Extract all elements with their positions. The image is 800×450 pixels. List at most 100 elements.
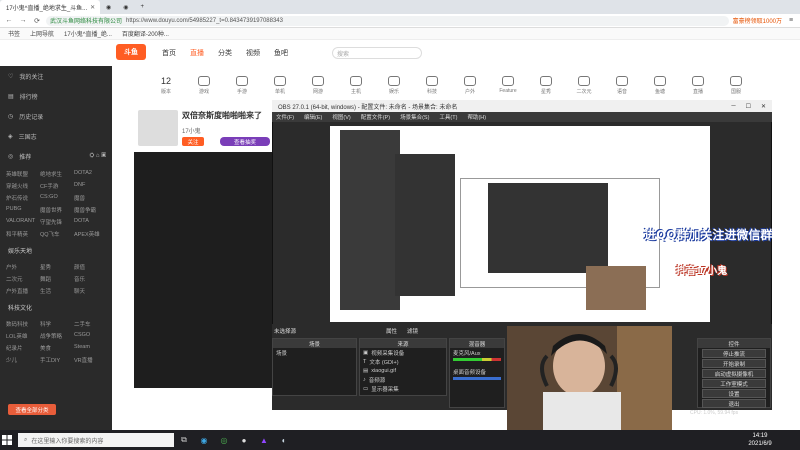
sidebar-link[interactable]: DNF <box>74 182 106 190</box>
sidebar-link[interactable]: VALORANT <box>6 218 38 226</box>
task-view-icon[interactable]: ⧉ <box>174 430 194 450</box>
menu-item[interactable]: 配置文件(P) <box>361 113 390 121</box>
sidebar-item[interactable]: ▤ 排行榜 <box>0 86 112 106</box>
close-icon[interactable]: ✕ <box>761 103 766 110</box>
browser-tab[interactable]: ◉ <box>117 0 134 14</box>
sidebar-link[interactable]: 户外 <box>6 263 38 271</box>
edge-icon[interactable]: ◉ <box>194 430 214 450</box>
sidebar-link[interactable]: 户外直播 <box>6 287 38 295</box>
sidebar-link[interactable]: 科学 <box>40 320 72 328</box>
forward-icon[interactable]: → <box>18 16 28 26</box>
minimize-icon[interactable]: ─ <box>731 103 735 110</box>
start-icon[interactable] <box>0 430 14 450</box>
sidebar-link[interactable]: 聊天 <box>74 287 106 295</box>
category-item[interactable]: 主机 <box>342 75 370 95</box>
close-icon[interactable]: ✕ <box>90 4 95 11</box>
menu-item[interactable]: 工具(T) <box>439 113 457 121</box>
browser-tab-active[interactable]: 17小鬼^直播_绝地求生_斗鱼... ✕ <box>0 0 100 14</box>
sidebar-link[interactable]: 少儿 <box>6 356 38 364</box>
sidebar-link[interactable]: 数码科技 <box>6 320 38 328</box>
sidebar-link[interactable]: 守望先锋 <box>40 218 72 226</box>
filters-button[interactable]: 滤镜 <box>407 327 418 335</box>
lottery-button[interactable]: 查看抽奖 <box>220 137 270 146</box>
sidebar-link[interactable]: Steam <box>74 344 106 352</box>
video-player[interactable] <box>134 152 274 388</box>
studio-mode-button[interactable]: 工作室模式 <box>702 379 766 388</box>
sidebar-link[interactable]: DOTA <box>74 218 106 226</box>
start-recording-button[interactable]: 开始录制 <box>702 359 766 368</box>
menu-icon[interactable]: ≡ <box>786 16 796 26</box>
browser-tab[interactable]: ◉ <box>100 0 117 14</box>
sidebar-link[interactable]: APEX英雄 <box>74 230 106 238</box>
sidebar-link[interactable]: 手工DIY <box>40 356 72 364</box>
sidebar-link[interactable]: CSGO <box>74 332 106 340</box>
sidebar-link[interactable]: 美食 <box>40 344 72 352</box>
sidebar-link[interactable]: CS:GO <box>40 194 72 202</box>
follow-button[interactable]: 关注 <box>182 137 204 146</box>
streamer-name[interactable]: 17小鬼 <box>182 126 201 135</box>
sidebar-link[interactable]: 绝地求生 <box>40 170 72 178</box>
sidebar-link[interactable]: 战争策略 <box>40 332 72 340</box>
search-input[interactable]: 搜索 <box>332 47 422 59</box>
sidebar-link[interactable]: PUBG <box>6 206 38 214</box>
taskbar-search[interactable]: ⌕ 在这里输入你要搜索的内容 <box>18 433 174 447</box>
obs-icon[interactable]: ● <box>234 430 254 450</box>
category-item[interactable]: 鱼塘 <box>646 75 674 95</box>
sidebar-link[interactable]: 穿越火线 <box>6 182 38 190</box>
url-field[interactable]: 武汉斗鱼网络科技有限公司 https://www.douyu.com/54985… <box>46 15 729 26</box>
sidebar-link[interactable]: 炉石传说 <box>6 194 38 202</box>
system-clock[interactable]: 14:19 2021/6/9 <box>740 432 780 448</box>
sidebar-link[interactable]: 颜值 <box>74 263 106 271</box>
nav-item[interactable]: 首页 <box>162 48 176 58</box>
sidebar-link[interactable]: CF手游 <box>40 182 72 190</box>
category-item[interactable]: 单机 <box>266 75 294 95</box>
new-tab-button[interactable]: + <box>135 0 151 14</box>
category-item[interactable]: 直播 <box>684 75 712 95</box>
source-item[interactable]: ▣ 视频采集设备 <box>360 348 446 357</box>
category-item[interactable]: 户外 <box>456 75 484 95</box>
sidebar-link[interactable]: 音乐 <box>74 275 106 283</box>
browser-icon[interactable]: ◎ <box>214 430 234 450</box>
category-item[interactable]: 二次元 <box>570 75 598 95</box>
sidebar-link[interactable]: DOTA2 <box>74 170 106 178</box>
category-item[interactable]: 手游 <box>228 75 256 95</box>
right-badge[interactable]: 富豪榜领取1000万 <box>733 16 782 25</box>
source-item[interactable]: ▤ xiaogui.gif <box>360 366 446 375</box>
all-categories-button[interactable]: 查看全部分类 <box>8 404 56 415</box>
menu-item[interactable]: 场景集合(S) <box>400 113 429 121</box>
menu-item[interactable]: 文件(F) <box>276 113 294 121</box>
sidebar-link[interactable]: 魔兽 <box>74 194 106 202</box>
category-item[interactable]: 国服 <box>722 75 750 95</box>
sidebar-link[interactable]: LOL英雄 <box>6 332 38 340</box>
sidebar-link[interactable]: 舞蹈 <box>40 275 72 283</box>
sidebar-link[interactable]: 星秀 <box>40 263 72 271</box>
settings-button[interactable]: 设置 <box>702 389 766 398</box>
properties-button[interactable]: 属性 <box>386 327 397 335</box>
bookmark-item[interactable]: 上网导航 <box>30 29 54 38</box>
category-item[interactable]: 星秀 <box>532 75 560 95</box>
sidebar-link[interactable]: 魔兽世界 <box>40 206 72 214</box>
category-item[interactable]: 网游 <box>304 75 332 95</box>
bookmark-item[interactable]: 书签 <box>8 29 20 38</box>
avatar[interactable] <box>138 110 178 146</box>
site-logo[interactable]: 斗鱼 <box>116 44 146 60</box>
virtual-camera-button[interactable]: 启动虚拟摄像机 <box>702 369 766 378</box>
source-item[interactable]: ▭ 显示器采集 <box>360 384 446 393</box>
sidebar-link[interactable]: 纪录片 <box>6 344 38 352</box>
menu-item[interactable]: 帮助(H) <box>467 113 486 121</box>
bookmark-item[interactable]: 百度翻译-200种... <box>122 29 169 38</box>
back-icon[interactable]: ← <box>4 16 14 26</box>
scene-item[interactable]: 场景 <box>273 348 356 357</box>
bookmark-item[interactable]: 17小鬼^直播_绝... <box>64 29 112 38</box>
sidebar-link[interactable]: 魔兽争霸 <box>74 206 106 214</box>
source-item[interactable]: T 文本 (GDI+) <box>360 357 446 366</box>
category-item[interactable]: 语音 <box>608 75 636 95</box>
menu-item[interactable]: 视图(V) <box>332 113 350 121</box>
nav-item[interactable]: 视频 <box>246 48 260 58</box>
reload-icon[interactable]: ⟳ <box>32 16 42 26</box>
sidebar-link[interactable]: 生活 <box>40 287 72 295</box>
sidebar-item[interactable]: ♡ 我的关注 <box>0 66 112 86</box>
stop-streaming-button[interactable]: 停止推流 <box>702 349 766 358</box>
twitch-icon[interactable]: ▲ <box>254 430 274 450</box>
sidebar-link[interactable]: 二次元 <box>6 275 38 283</box>
